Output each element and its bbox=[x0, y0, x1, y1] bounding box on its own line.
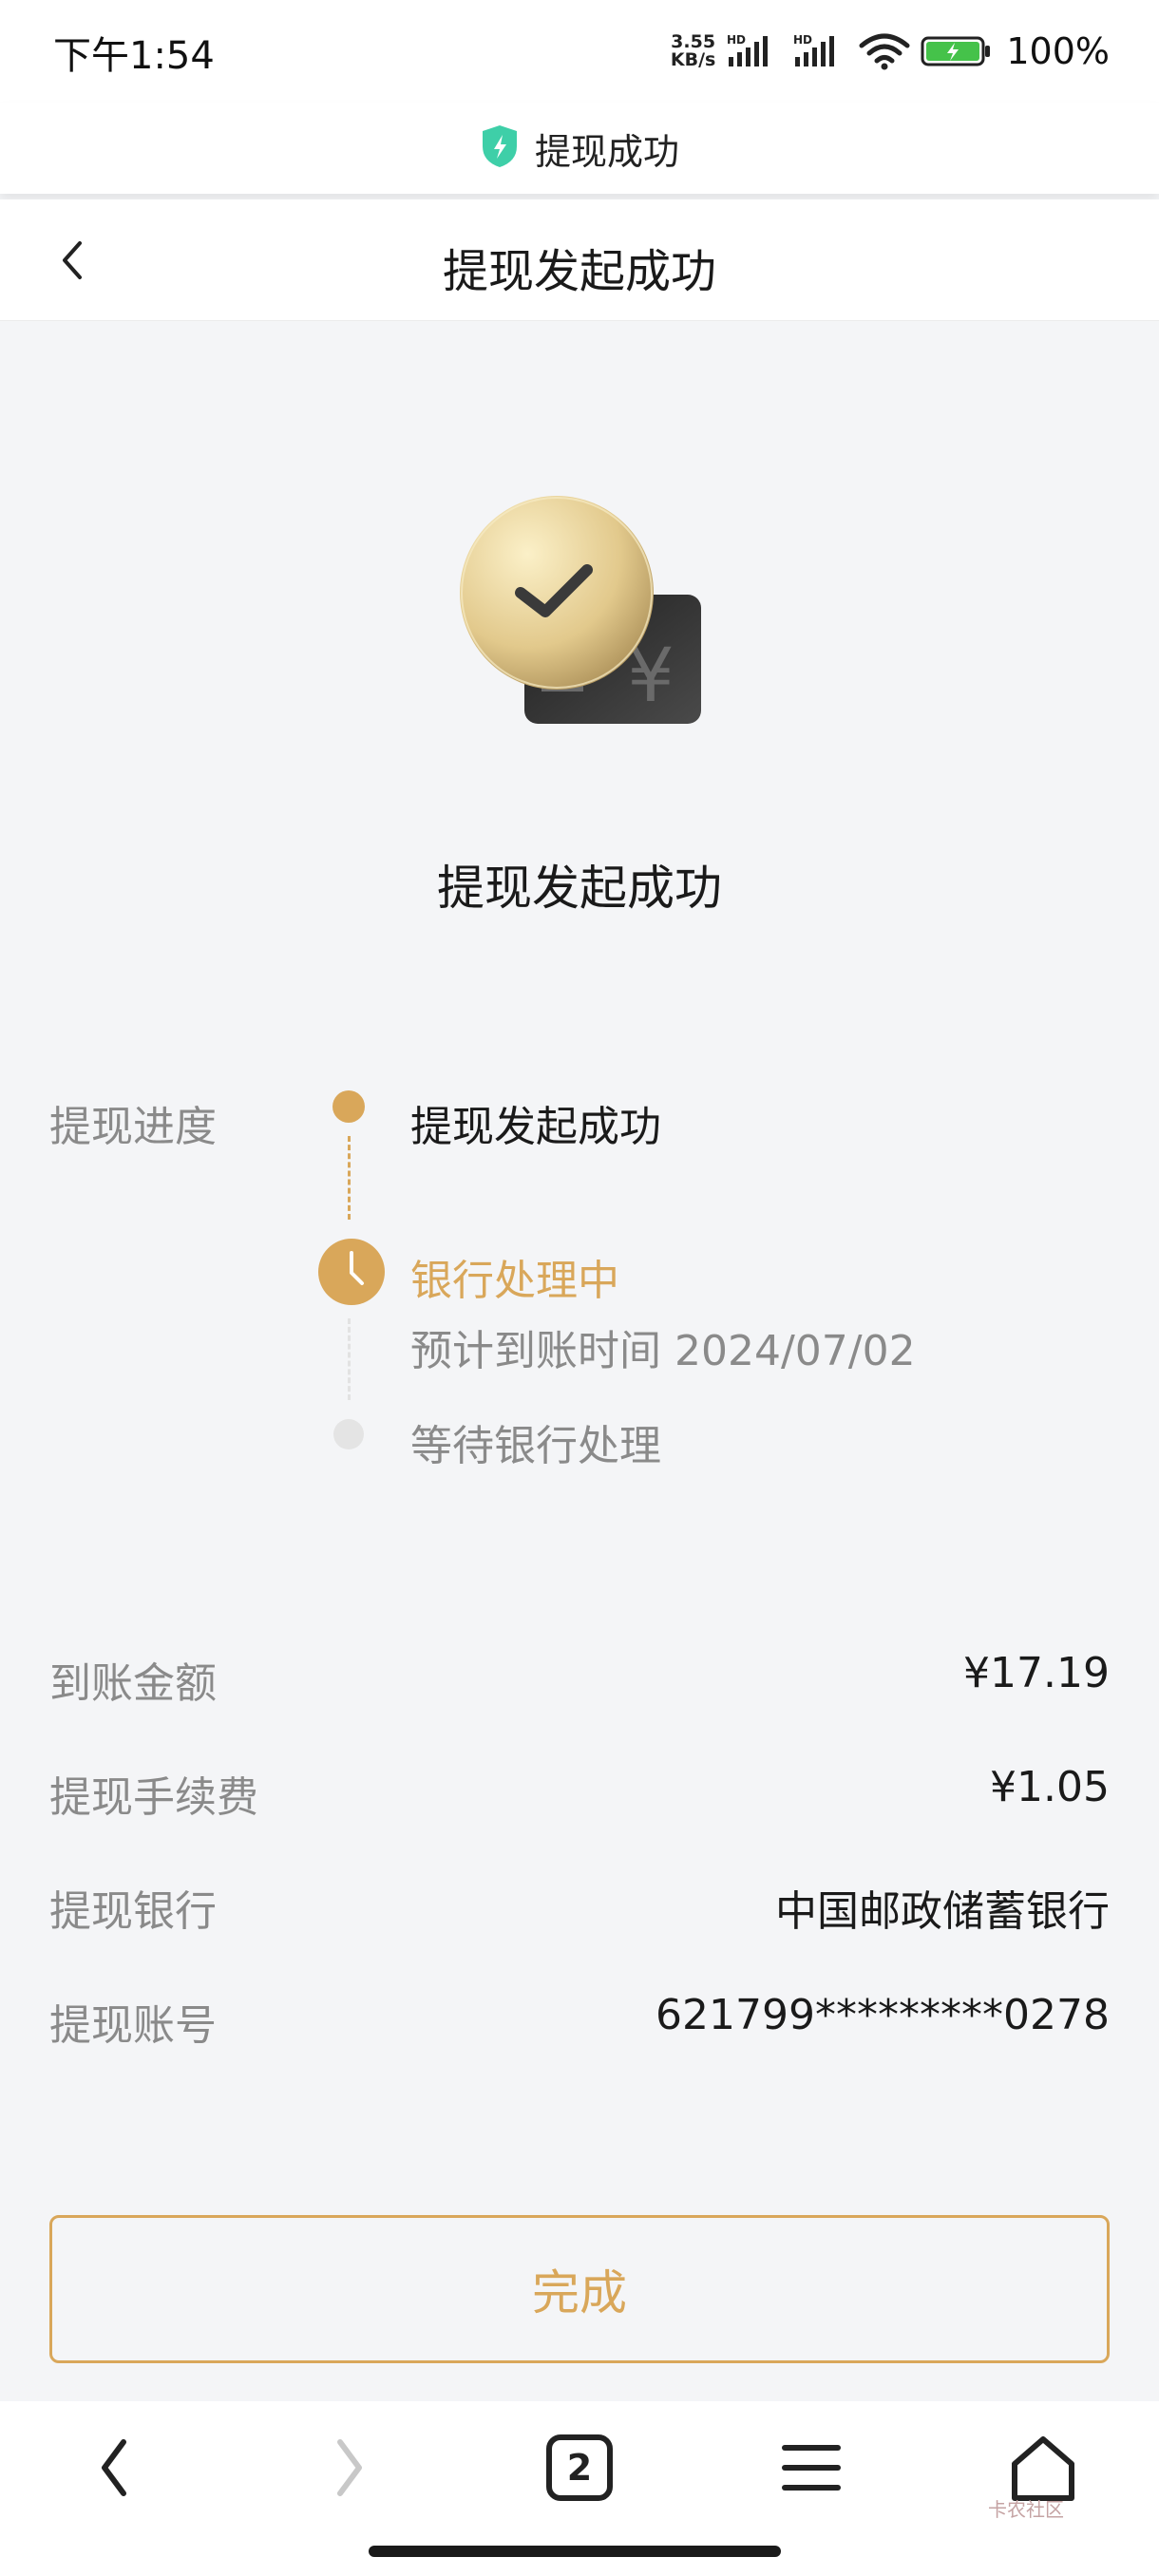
battery-percent: 100% bbox=[1006, 30, 1110, 72]
menu-icon bbox=[782, 2445, 841, 2491]
secure-title: 提现成功 bbox=[534, 130, 679, 173]
progress-label: 提现进度 bbox=[49, 1103, 217, 1151]
detail-value: 中国邮政储蓄银行 bbox=[775, 1887, 1110, 1936]
status-bar: 下午1:54 3.55 KB/s HD HD 100% bbox=[0, 0, 1159, 103]
timeline-connector bbox=[348, 1136, 351, 1220]
detail-label: 提现手续费 bbox=[49, 1773, 258, 1822]
browser-tabs-button[interactable]: 2 bbox=[540, 2428, 619, 2508]
detail-value: ¥17.19 bbox=[963, 1649, 1110, 1697]
detail-row-fee: 提现手续费 ¥1.05 bbox=[49, 1763, 1110, 1822]
network-speed: 3.55 KB/s bbox=[670, 31, 716, 70]
success-wallet-icon: ¥ bbox=[456, 494, 712, 731]
home-indicator[interactable] bbox=[369, 2546, 781, 2557]
detail-label: 提现银行 bbox=[49, 1887, 217, 1936]
browser-back-button[interactable] bbox=[76, 2428, 156, 2508]
step-done-dot bbox=[332, 1090, 365, 1123]
detail-row-bank: 提现银行 中国邮政储蓄银行 bbox=[49, 1877, 1110, 1936]
detail-value: ¥1.05 bbox=[990, 1763, 1110, 1811]
clock-icon bbox=[317, 1238, 386, 1306]
done-button[interactable]: 完成 bbox=[49, 2215, 1110, 2363]
wifi-icon bbox=[858, 32, 911, 70]
detail-row-account: 提现账号 621799*********0278 bbox=[49, 1991, 1110, 2050]
battery-icon bbox=[921, 32, 993, 70]
browser-menu-button[interactable] bbox=[771, 2428, 851, 2508]
progress-step-done: 提现发起成功 bbox=[410, 1103, 661, 1151]
detail-value: 621799*********0278 bbox=[656, 1991, 1110, 2039]
secure-title-bar: 提现成功 bbox=[0, 103, 1159, 194]
browser-forward-button[interactable] bbox=[308, 2428, 388, 2508]
progress-step-pending: 等待银行处理 bbox=[410, 1422, 661, 1470]
estimated-arrival-time: 预计到账时间 2024/07/02 bbox=[410, 1327, 916, 1375]
tab-count: 2 bbox=[566, 2447, 593, 2489]
progress-step-current: 银行处理中 bbox=[410, 1257, 619, 1305]
chevron-right-icon bbox=[337, 2439, 362, 2496]
nav-bar: 提现发起成功 bbox=[0, 199, 1159, 321]
detail-label: 到账金额 bbox=[49, 1659, 217, 1708]
svg-text:HD: HD bbox=[727, 33, 746, 47]
detail-label: 提现账号 bbox=[49, 2001, 217, 2050]
page-title: 提现发起成功 bbox=[442, 245, 716, 298]
signal-icon-2: HD bbox=[791, 32, 848, 70]
status-time: 下午1:54 bbox=[53, 34, 215, 78]
status-icons: 3.55 KB/s HD HD 100% bbox=[671, 28, 1110, 74]
chevron-left-icon bbox=[102, 2439, 126, 2496]
svg-text:HD: HD bbox=[793, 33, 812, 47]
timeline-connector bbox=[348, 1318, 351, 1400]
signal-icon: HD bbox=[725, 32, 782, 70]
hero-title: 提现发起成功 bbox=[437, 861, 722, 916]
detail-row-amount: 到账金额 ¥17.19 bbox=[49, 1649, 1110, 1708]
shield-icon bbox=[480, 123, 520, 173]
home-icon bbox=[1012, 2436, 1074, 2501]
watermark-text: 卡农社区 bbox=[988, 2498, 1064, 2521]
step-pending-dot bbox=[333, 1419, 364, 1449]
